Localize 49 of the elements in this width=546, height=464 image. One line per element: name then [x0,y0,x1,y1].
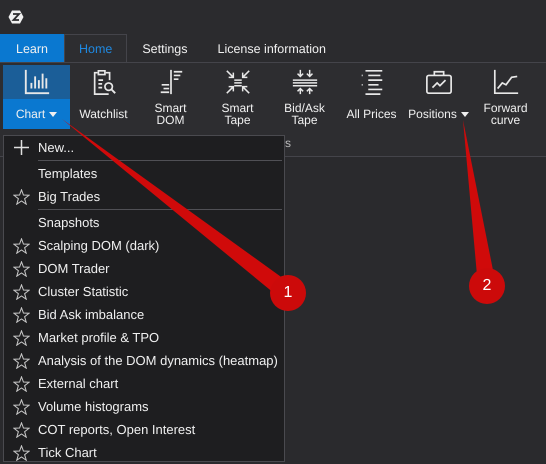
ribbon-button[interactable]: Smart DOM [137,65,204,129]
menu-item[interactable]: Tick Chart [4,441,101,464]
menu-item[interactable]: Analysis of the DOM dynamics (heatmap) [4,349,282,372]
menu-item[interactable]: Scalping DOM (dark) [4,234,164,257]
menu-item[interactable]: DOM Trader [4,257,114,280]
menu-item[interactable]: Templates [4,162,102,185]
menu-item[interactable]: Cluster Statistic [4,280,132,303]
star-icon [12,444,30,460]
menu-item[interactable]: COT reports, Open Interest [4,418,200,441]
caret-icon [460,112,469,116]
ribbon-button[interactable]: Chart [3,65,70,129]
briefcase-chart-icon [424,68,452,96]
bar-chart-icon [22,68,50,96]
ribbon-tab[interactable]: Learn [0,34,64,62]
menu-item[interactable]: Volume histograms [4,395,153,418]
callout-badge: 1 [270,275,306,311]
ribbon-tab[interactable]: Settings [127,34,202,62]
menu-item[interactable]: Market profile & TPO [4,326,164,349]
ribbon-tab[interactable]: Home [64,34,128,62]
ribbon-button[interactable]: Bid/Ask Tape [271,65,338,129]
star-icon [12,238,30,254]
menu-item[interactable]: Snapshots [4,211,104,234]
star-icon [12,260,30,276]
star-icon [12,398,30,414]
ribbon-button[interactable]: Watchlist [70,65,137,129]
menu-item[interactable]: External chart [4,372,122,395]
star-icon [12,188,30,204]
ribbon-button[interactable]: Positions [405,65,472,129]
plus-icon [14,140,28,155]
ribbon-button[interactable]: Smart Tape [204,65,271,129]
ribbon-tab[interactable]: License information [202,34,341,62]
star-icon [12,306,30,322]
group-label: s [285,136,291,150]
line-chart-icon [492,68,520,96]
star-icon [12,422,30,438]
converging-arrows-icon [224,68,252,96]
star-icon [12,330,30,346]
ribbon-button[interactable]: All Prices [338,65,405,129]
callout-badge: 2 [469,268,505,304]
star-icon [12,376,30,392]
menu-item[interactable]: Bid Ask imbalance [4,303,148,326]
ribbon-button[interactable]: Forward curve [472,65,539,129]
star-icon [12,352,30,368]
app-logo-icon [8,9,24,25]
caret-icon [49,112,58,116]
bid-ask-icon [290,68,318,96]
menu-item[interactable]: New... [4,136,78,159]
menu-item[interactable]: Big Trades [4,185,104,208]
star-icon [12,284,30,300]
